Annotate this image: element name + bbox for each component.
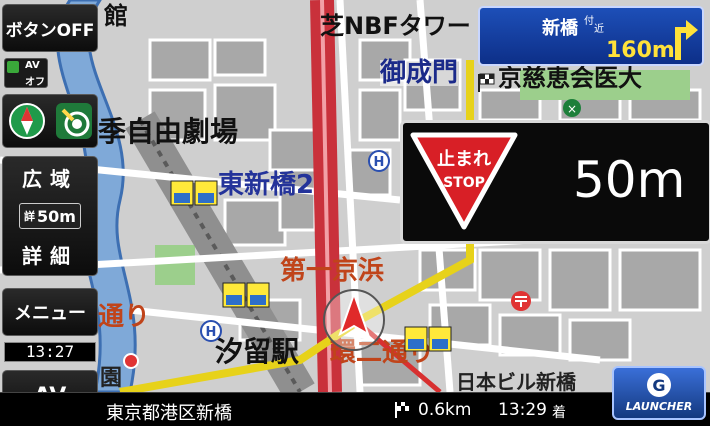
av-off-indicator[interactable]: AV オフ — [4, 58, 48, 88]
guidance-distance: 160m — [606, 38, 675, 63]
remaining-distance: 0.6km — [418, 400, 472, 420]
post-office-icon — [511, 291, 531, 311]
view-toggle-button[interactable] — [2, 94, 98, 148]
clock: 13:27 — [4, 342, 96, 362]
arrival-suffix: 着 — [552, 405, 566, 421]
svg-text:H: H — [374, 155, 385, 170]
map-label-onarimon: 御成門 — [380, 58, 459, 88]
turn-guidance-panel[interactable]: 新橋 付 近 160m — [478, 6, 704, 66]
scale-value: 50m — [37, 206, 76, 226]
guidance-place-suffix-bottom: 近 — [594, 24, 604, 35]
fuel-icon — [7, 61, 19, 73]
scale-prefix: 詳 — [24, 210, 36, 223]
arrival-time: 13:29 — [498, 400, 547, 420]
launcher-label: LAUNCHER — [625, 400, 693, 413]
turn-right-arrow-icon — [675, 20, 698, 60]
zoom-in-detail-button[interactable]: 詳細 — [22, 240, 78, 269]
map-label-hanshin: 館 — [104, 2, 128, 30]
school-icon: × — [563, 99, 581, 117]
hospital-icon: H — [368, 150, 390, 172]
destination-flag-icon — [478, 73, 495, 92]
hospital-icon: H — [200, 320, 222, 342]
menu-button[interactable]: メニュー — [2, 288, 98, 336]
current-address: 東京都港区新橋 — [106, 403, 232, 424]
svg-text:×: × — [567, 102, 577, 116]
vehicle-position-icon — [323, 289, 385, 351]
map-label-jikei: 京慈恵会医大 — [498, 64, 642, 92]
map-label-daiichi-keihin: 第一京浜 — [280, 256, 385, 286]
status-bar: 東京都港区新橋 0.6km 13:29 着 — [0, 392, 710, 426]
map-label-bottom: 日本ビル新橋 — [456, 370, 576, 394]
svg-text:H: H — [206, 325, 217, 340]
stop-sign-text-bottom: STOP — [443, 175, 485, 191]
scale-indicator: 詳 50m — [19, 203, 81, 229]
map-label-dori: 通り — [98, 302, 151, 332]
map-label-partial-left: 園 — [100, 366, 123, 391]
map-label-higashi-shinbashi: 東新橋2 — [218, 170, 315, 200]
destination-flag-icon — [395, 402, 409, 418]
gps-signal-icon — [55, 103, 92, 139]
launcher-logo-icon: G — [647, 373, 671, 397]
stop-distance: 50m — [573, 151, 686, 209]
navigation-screen: 芝NBFタワー 御成門 京慈恵会医大 季自由劇場 東新橋2 第一京浜 汐留駅 環… — [0, 0, 710, 426]
button-off-button[interactable]: ボタンOFF — [2, 4, 98, 52]
parking-icon — [222, 282, 270, 308]
compass-icon — [8, 103, 45, 139]
av-off-label-bottom: オフ — [25, 77, 45, 88]
zoom-out-wide-button[interactable]: 広域 — [22, 163, 78, 192]
launcher-button[interactable]: G LAUNCHER — [612, 366, 706, 420]
stop-sign-text-top: 止まれ — [437, 149, 491, 170]
parking-icon — [170, 180, 218, 206]
map-label-shiodome-station: 汐留駅 — [215, 335, 300, 368]
av-off-label-top: AV — [25, 60, 40, 71]
map-label-shiba-nbf: 芝NBFタワー — [320, 12, 471, 40]
pin-icon — [123, 353, 139, 369]
guidance-place: 新橋 — [542, 18, 578, 39]
map-label-kikiza: 季自由劇場 — [98, 115, 239, 148]
parking-icon — [404, 326, 452, 352]
guidance-place-suffix-top: 付 — [584, 16, 594, 27]
scale-control: 広域 詳 50m 詳細 — [2, 156, 98, 276]
stop-warning-panel: 止まれ STOP 50m — [400, 120, 710, 244]
